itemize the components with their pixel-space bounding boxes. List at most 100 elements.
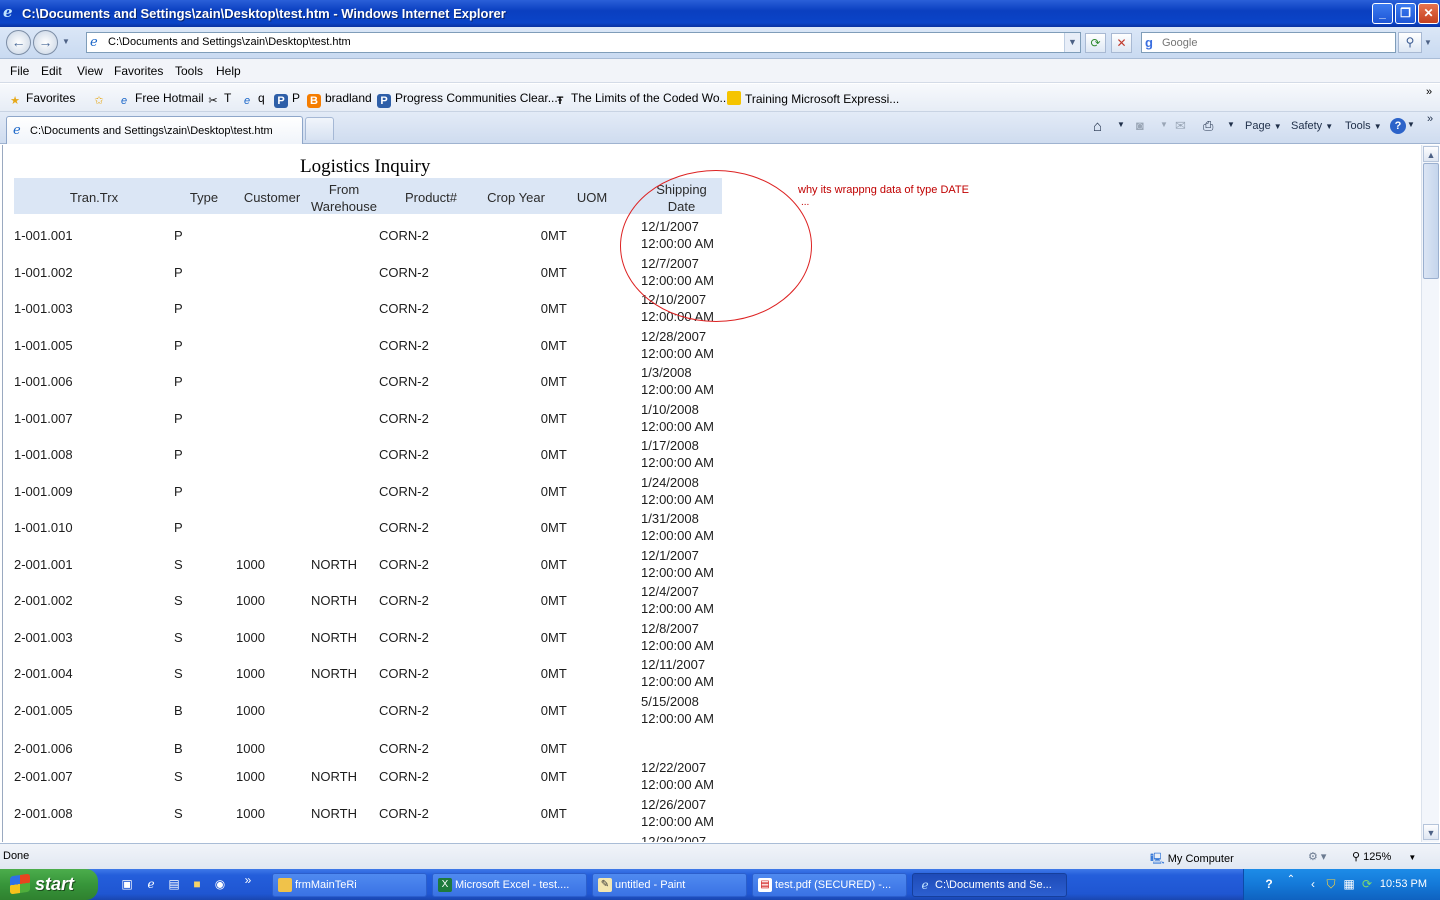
vertical-scrollbar[interactable]: ▲ ▼ [1421,145,1439,842]
page-menu[interactable]: Page ▼ [1245,120,1282,132]
search-input[interactable] [1162,35,1392,50]
taskbar-item-ie[interactable]: e C:\Documents and Se... [912,873,1067,897]
chevron-more-icon[interactable]: » [1426,86,1432,98]
table-row: 1-001.005 P CORN-2 0 MT 12/28/2007 12:00:00 AM [14,328,734,364]
address-field[interactable]: e C:\Documents and Settings\zain\Desktop… [86,32,1081,53]
address-dropdown-icon[interactable]: ▼ [1064,33,1080,52]
cell-uom: MT [548,374,567,389]
history-dropdown-icon[interactable]: ▼ [62,37,70,46]
fav-item-coded[interactable]: Ŧ The Limits of the Coded Wo... [553,91,730,108]
cell-type: S [174,769,183,784]
cell-crop-year: 0 [540,741,548,756]
nyt-icon: Ŧ [556,95,564,107]
cell-type: P [174,484,183,499]
back-button[interactable]: ← [6,30,31,55]
protected-mode-icon[interactable]: ⚙ ▾ [1308,850,1326,863]
quicklaunch-more-icon[interactable]: » [240,872,256,888]
maximize-button[interactable]: ❐ [1395,3,1416,24]
quicklaunch-folder-icon[interactable]: ■ [189,876,205,892]
home-dropdown-icon[interactable]: ▼ [1117,120,1125,129]
arrow-right-icon: → [38,34,53,50]
add-favorite-button[interactable]: ✩ [92,91,110,108]
chevron-more-icon[interactable]: » [1427,113,1433,125]
taskbar-item-frmmainteri[interactable]: frmMainTeRi [272,873,427,897]
menu-edit[interactable]: Edit [41,64,62,78]
zoom-icon: ⚲ [1352,851,1361,863]
col-product: Product# [404,190,458,205]
quicklaunch-ie-icon[interactable]: e [143,876,159,892]
security-shield-icon[interactable]: ⛉ [1323,876,1339,892]
feeds-icon[interactable]: ◙ [1136,118,1144,133]
cell-tran-trx: 1-001.003 [14,301,73,316]
cell-shipping-date: 1/3/2008 12:00:00 AM [641,364,714,398]
tray-expand-icon[interactable]: ⌃ [1283,872,1299,888]
taskbar-item-pdf[interactable]: ▤ test.pdf (SECURED) -... [752,873,907,897]
scroll-thumb[interactable] [1423,163,1439,279]
table-row: 12/29/2007 [14,833,734,842]
taskbar-item-excel[interactable]: X Microsoft Excel - test.... [432,873,587,897]
table-row: 1-001.009 P CORN-2 0 MT 1/24/2008 12:00:00 AM [14,474,734,510]
refresh-button[interactable]: ⟳ [1085,33,1106,53]
help-dropdown-icon[interactable]: ▼ [1407,120,1415,129]
menu-tools[interactable]: Tools [175,64,203,78]
table-row: 2-001.004 S 1000 NORTH CORN-2 0 MT 12/11/2007 12… [14,656,734,692]
help-tray-icon[interactable]: ? [1261,876,1277,892]
quicklaunch-desktop-icon[interactable]: ▣ [119,876,135,892]
table-row: 2-001.002 S 1000 NORTH CORN-2 0 MT 12/4/2007 12:… [14,583,734,619]
menu-favorites[interactable]: Favorites [114,64,163,78]
tab-active[interactable]: e C:\Documents and Settings\zain\Desktop… [6,116,303,144]
fav-item-q[interactable]: eq [240,91,265,108]
safety-menu[interactable]: Safety ▼ [1291,120,1333,132]
sync-icon[interactable]: ⟳ [1359,876,1375,892]
search-box[interactable]: g [1141,32,1396,53]
fav-item-label: bradland [325,91,372,105]
grid-header: Tran.Trx Type Customer From Warehouse Pro… [14,178,722,214]
menu-view[interactable]: View [77,64,103,78]
cell-tran-trx: 2-001.003 [14,630,73,645]
address-url[interactable]: C:\Documents and Settings\zain\Desktop\t… [108,36,351,48]
fav-item-hotmail[interactable]: e Free Hotmail [117,91,204,108]
print-dropdown-icon[interactable]: ▼ [1227,120,1235,129]
quicklaunch-media-icon[interactable]: ◉ [212,876,228,892]
cell-type: P [174,374,183,389]
fav-item-bradland[interactable]: Bbradland [307,91,372,108]
favorites-button[interactable]: ★ Favorites [8,91,75,108]
fav-item-training[interactable]: Training Microsoft Expressi... [727,91,899,106]
zoom-control[interactable]: ⚲ 125% ▼ [1352,850,1416,863]
print-icon[interactable]: ⎙ [1203,118,1213,134]
col-type: Type [189,190,219,205]
network-icon[interactable]: ▦ [1341,876,1357,892]
help-icon[interactable]: ? [1390,118,1406,134]
scroll-down-icon[interactable]: ▼ [1423,824,1439,840]
scroll-up-icon[interactable]: ▲ [1423,146,1439,162]
tools-menu[interactable]: Tools ▼ [1345,120,1382,132]
mail-icon[interactable]: ✉ [1175,118,1186,134]
minimize-button[interactable]: _ [1372,3,1393,24]
menu-help[interactable]: Help [216,64,241,78]
cell-crop-year: 0 [540,630,548,645]
cell-tran-trx: 1-001.007 [14,411,73,426]
home-icon[interactable]: ⌂ [1093,118,1102,135]
fav-item-t[interactable]: ✂ T [206,91,231,108]
cell-tran-trx: 1-001.010 [14,520,73,535]
taskbar-item-paint[interactable]: ✎ untitled - Paint [592,873,747,897]
new-tab-button[interactable] [305,117,334,140]
search-options-icon[interactable]: ▼ [1424,38,1432,47]
cell-customer: 1000 [236,769,265,784]
zone-indicator[interactable]: 🖳 My Computer [1150,850,1234,869]
close-button[interactable]: ✕ [1418,3,1439,24]
cell-type: P [174,228,183,243]
fav-item-p[interactable]: PP [274,91,300,108]
cell-uom: MT [548,338,567,353]
menu-file[interactable]: File [10,64,29,78]
tray-back-icon[interactable]: ‹ [1305,876,1321,892]
system-tray: ? ⌃ ‹ ⛉ ▦ ⟳ 10:53 PM [1243,869,1440,900]
start-button[interactable]: start [0,869,98,900]
window-titlebar[interactable]: e C:\Documents and Settings\zain\Desktop… [0,0,1440,27]
quicklaunch-calc-icon[interactable]: ▤ [166,876,182,892]
stop-button[interactable]: ✕ [1111,33,1132,53]
fav-item-progress[interactable]: P Progress Communities Clear... [377,91,558,108]
search-button[interactable]: ⚲ [1398,32,1422,53]
forward-button[interactable]: → [33,30,58,55]
taskbar: start ▣ e ▤ ■ ◉ » frmMainTeRi X Microsoft… [0,869,1440,900]
